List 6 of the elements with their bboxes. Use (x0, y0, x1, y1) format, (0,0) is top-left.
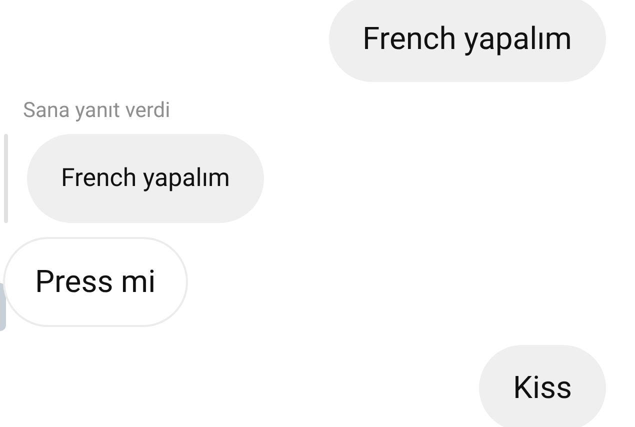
received-message-bubble: Press mi (3, 237, 188, 327)
quoted-message-bubble: French yapalım (27, 134, 264, 223)
avatar (0, 283, 6, 331)
sent-message-bubble: Kiss (479, 345, 606, 427)
reply-label: Sana yanıt verdi (23, 98, 172, 124)
sent-message-bubble: French yapalım (328, 0, 606, 82)
